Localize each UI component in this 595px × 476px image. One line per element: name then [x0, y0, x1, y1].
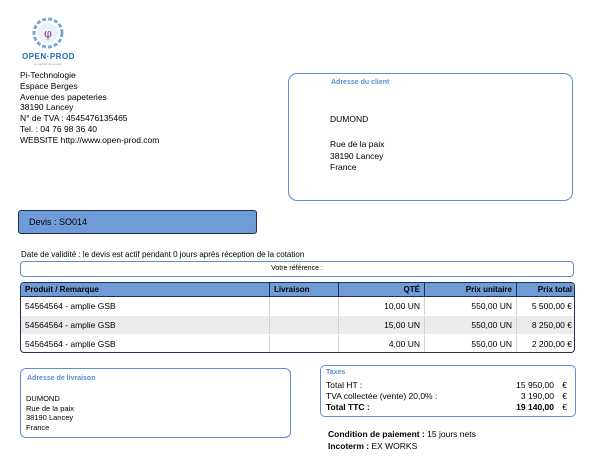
company-vat: N° de TVA : 4545476135465 [20, 113, 128, 124]
svg-text:φ: φ [44, 27, 52, 40]
table-header: Produit / Remarque Livraison QTÉ Prix un… [21, 283, 574, 297]
payment-condition-label: Condition de paiement : [328, 429, 425, 439]
total-ttc-label: Total TTC : [326, 402, 370, 412]
unit-price-cell: 550,00 UN [425, 316, 517, 334]
reference-label: Votre référence : [271, 265, 323, 272]
currency-symbol: € [562, 402, 567, 412]
taxes-title: Taxes [326, 369, 346, 376]
product-cell: 54564564 - amplie GSB [21, 335, 270, 352]
unit-price-cell: 550,00 UN [425, 297, 517, 315]
table-row: 54564564 - amplie GSB 10,00 UN 550,00 UN… [21, 297, 574, 315]
product-cell: 54564564 - amplie GSB [21, 297, 270, 315]
company-address-line: Espace Berges [20, 80, 78, 91]
total-cell: 5 500,00 € [531, 301, 572, 311]
column-header-qty: QTÉ [339, 283, 425, 297]
validity-text: Date de validité : le devis est actif pe… [21, 250, 305, 259]
tva-label: TVA collectée (vente) 20,0% : [326, 391, 438, 401]
delivery-address-box: Adresse de livraison DUMOND Rue de la pa… [20, 368, 291, 438]
table-row: 54564564 - amplie GSB 15,00 UN 550,00 UN… [21, 316, 574, 334]
client-name: DUMOND [330, 114, 369, 124]
column-header-unit-price: Prix unitaire [425, 283, 517, 297]
client-address-box: Adresse du client DUMOND Rue de la paix … [288, 73, 573, 201]
delivery-address-title: Adresse de livraison [27, 375, 96, 382]
payment-condition-value: 15 jours nets [424, 429, 476, 439]
qty-cell: 10,00 UN [339, 297, 425, 315]
product-cell: 54564564 - amplie GSB [21, 316, 270, 334]
qty-cell: 4,00 UN [339, 335, 425, 352]
incoterm-value: EX WORKS [369, 441, 418, 451]
logo-text: OPEN·PROD [22, 52, 75, 61]
reference-box: Votre référence : [20, 261, 574, 277]
delivery-name: DUMOND [26, 394, 60, 403]
delivery-country: France [26, 422, 50, 432]
company-city: 38190 Lancey [20, 102, 74, 113]
currency-symbol: € [562, 380, 567, 390]
currency-symbol: € [562, 391, 567, 401]
delivery-cell [270, 335, 339, 352]
logo-subtext: Le logiciel de gestion [33, 62, 63, 66]
column-header-delivery: Livraison [270, 283, 339, 297]
company-website: WEBSITE http://www.open-prod.com [20, 134, 160, 145]
total-ttc-value: 19 140,00 [516, 402, 554, 412]
company-address: Pi-Technologie Espace Berges Avenue des … [20, 70, 159, 146]
company-address-line: Avenue des papeteries [20, 91, 107, 102]
client-country: France [330, 162, 357, 172]
client-street: Rue de la paix [330, 139, 385, 149]
column-header-total: Prix total [537, 285, 572, 294]
incoterm: Incoterm : EX WORKS [328, 440, 476, 452]
total-ht-label: Total HT : [326, 380, 363, 390]
qty-cell: 15,00 UN [339, 316, 425, 334]
client-city: 38190 Lancey [330, 151, 384, 161]
company-logo: φ OPEN·PROD Le logiciel de gestion [22, 17, 74, 73]
quote-number-bar: Devis : SO014 [18, 210, 257, 234]
conditions: Condition de paiement : 15 jours nets In… [328, 428, 476, 452]
column-header-product: Produit / Remarque [21, 283, 270, 297]
unit-price-cell: 550,00 UN [425, 335, 517, 352]
total-cell: 2 200,00 € [531, 339, 572, 349]
table-row: 54564564 - amplie GSB 4,00 UN 550,00 UN … [21, 335, 574, 352]
company-name: Pi-Technologie [20, 70, 76, 80]
client-address-title: Adresse du client [331, 79, 390, 86]
delivery-cell [270, 297, 339, 315]
company-phone: Tel. : 04 76 98 36 40 [20, 123, 98, 134]
delivery-city: 38190 Lancey [26, 413, 74, 422]
logo-emblem-icon: φ [32, 17, 64, 49]
quote-number: Devis : SO014 [29, 217, 88, 227]
quote-lines-table: Produit / Remarque Livraison QTÉ Prix un… [20, 282, 575, 353]
payment-condition: Condition de paiement : 15 jours nets [328, 428, 476, 440]
total-cell: 8 250,00 € [531, 320, 572, 330]
taxes-box: Taxes Total HT : 15 950,00 € TVA collect… [320, 365, 576, 417]
incoterm-label: Incoterm : [328, 441, 370, 451]
tva-value: 3 190,00 [520, 391, 554, 401]
delivery-cell [270, 316, 339, 334]
delivery-street: Rue de la paix [26, 403, 74, 413]
delivery-address: DUMOND Rue de la paix 38190 Lancey Franc… [26, 394, 74, 432]
total-ht-value: 15 950,00 [516, 380, 554, 390]
